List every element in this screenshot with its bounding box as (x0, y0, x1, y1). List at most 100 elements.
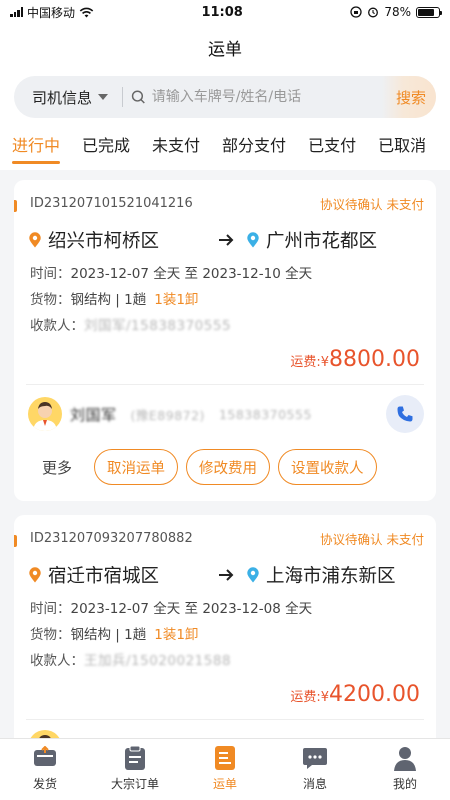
order-card-header: ID231207101521041216 协议待确认 未支付 (14, 180, 436, 213)
person-icon (390, 743, 420, 773)
set-payee-button[interactable]: 设置收款人 (278, 449, 377, 485)
modify-fee-button[interactable]: 修改费用 (186, 449, 271, 485)
origin-pin-icon (29, 232, 41, 248)
status-right: 78% (350, 5, 442, 19)
status-left: 中国移动 (10, 4, 94, 21)
order-time-row: 时间： 2023-12-07 全天 至 2023-12-10 全天 (14, 259, 436, 285)
carrier-label: 中国移动 (27, 5, 76, 20)
wifi-icon (79, 7, 94, 17)
order-card[interactable]: ID231207093207780882 协议待确认 未支付 宿迁市宿城区 上海… (14, 515, 436, 774)
tabbar-label: 我的 (392, 777, 417, 791)
alarm-icon (368, 7, 379, 18)
goods-value: 钢结构 | 1趟 (70, 627, 147, 643)
driver-phone: 15838370555 (218, 406, 312, 422)
payee-value: 刘国军/15838370555 (84, 318, 232, 334)
search-button[interactable]: 搜索 (381, 76, 436, 118)
cancel-order-button[interactable]: 取消运单 (94, 449, 179, 485)
order-route: 绍兴市柯桥区 广州市花都区 (14, 213, 436, 259)
tab-paid[interactable]: 已支付 (308, 128, 356, 170)
search-icon (131, 90, 145, 104)
payee-label: 收款人： (30, 653, 84, 669)
destination-pin-icon (247, 232, 259, 248)
time-label: 时间： (30, 266, 71, 282)
rotation-lock-icon (350, 6, 362, 18)
tabbar-label: 消息 (302, 777, 327, 791)
order-time-row: 时间： 2023-12-07 全天 至 2023-12-08 全天 (14, 594, 436, 620)
phone-icon (397, 406, 413, 422)
search-field (123, 89, 382, 105)
goods-label: 货物： (30, 627, 71, 643)
fee-label: 运费:¥ (290, 690, 330, 705)
time-label: 时间： (30, 601, 71, 617)
tabbar-item-bulk-orders[interactable]: 大宗订单 (90, 739, 180, 800)
tab-completed[interactable]: 已完成 (82, 128, 130, 170)
battery-fill (417, 8, 434, 16)
battery-percent: 78% (384, 5, 411, 19)
search-category-dropdown[interactable]: 司机信息 (14, 87, 122, 108)
payee-label: 收款人： (30, 318, 84, 334)
truck-icon (30, 743, 60, 773)
search-section: 司机信息 搜索 (0, 70, 450, 128)
clock: 11:08 (201, 4, 243, 20)
route-destination: 广州市花都区 (246, 227, 377, 253)
goods-tag: 1装1卸 (154, 292, 199, 308)
tabbar-item-waybill[interactable]: 运单 (180, 739, 270, 800)
tabbar-item-profile[interactable]: 我的 (360, 739, 450, 800)
origin-city: 宿迁市宿城区 (48, 566, 160, 587)
more-button[interactable]: 更多 (42, 457, 72, 478)
message-icon (300, 743, 330, 773)
route-destination: 上海市浦东新区 (246, 562, 396, 588)
origin-pin-icon (29, 567, 41, 583)
driver-plate: (豫E89872) (130, 407, 205, 423)
search-bar: 司机信息 搜索 (14, 76, 436, 118)
time-value: 2023-12-07 全天 至 2023-12-10 全天 (70, 266, 313, 282)
order-id: ID231207093207780882 (30, 531, 193, 546)
order-goods-row: 货物： 钢结构 | 1趟 1装1卸 (14, 620, 436, 646)
search-input[interactable] (151, 89, 382, 105)
order-payee-row: 收款人： 刘国军/15838370555 (14, 311, 436, 337)
origin-city: 绍兴市柯桥区 (48, 231, 160, 252)
status-bar: 中国移动 11:08 78% (0, 0, 450, 24)
order-route: 宿迁市宿城区 上海市浦东新区 (14, 548, 436, 594)
order-fee: 运费:¥ 8800.00 (14, 337, 436, 384)
goods-tag: 1装1卸 (154, 627, 199, 643)
bottom-tab-bar: 发货 大宗订单 运单 消息 我的 (0, 738, 450, 800)
destination-pin-icon (247, 567, 259, 583)
tab-partially-paid[interactable]: 部分支付 (222, 128, 286, 170)
arrow-right-icon (218, 568, 246, 582)
battery-icon (415, 6, 442, 18)
search-category-label: 司机信息 (32, 88, 93, 107)
order-fee: 运费:¥ 4200.00 (14, 672, 436, 719)
tab-unpaid[interactable]: 未支付 (152, 128, 200, 170)
tabbar-label: 运单 (212, 777, 237, 791)
clipboard-icon (120, 743, 150, 773)
waybill-icon (210, 743, 240, 773)
order-goods-row: 货物： 钢结构 | 1趟 1装1卸 (14, 285, 436, 311)
goods-label: 货物： (30, 292, 71, 308)
tab-cancelled[interactable]: 已取消 (378, 128, 426, 170)
payee-value: 王加兵/15020021588 (84, 653, 232, 669)
time-value: 2023-12-07 全天 至 2023-12-08 全天 (70, 601, 313, 617)
tabbar-label: 发货 (32, 777, 57, 791)
tabbar-label: 大宗订单 (110, 777, 159, 791)
order-status: 协议待确认 未支付 (320, 532, 424, 547)
driver-name: 刘国军 (70, 405, 117, 424)
nav-bar: 运单 (0, 24, 450, 70)
avatar (28, 397, 62, 431)
signal-icon (10, 7, 23, 17)
dropdown-caret-icon (98, 94, 109, 100)
page-title: 运单 (208, 39, 242, 60)
call-button[interactable] (386, 395, 424, 433)
tabbar-item-messages[interactable]: 消息 (270, 739, 360, 800)
route-origin: 宿迁市宿城区 (28, 562, 218, 588)
order-payee-row: 收款人： 王加兵/15020021588 (14, 646, 436, 672)
tabbar-item-ship[interactable]: 发货 (0, 739, 90, 800)
destination-city: 广州市花都区 (266, 231, 378, 252)
order-list: ID231207101521041216 协议待确认 未支付 绍兴市柯桥区 广州… (0, 170, 450, 774)
tab-in-progress[interactable]: 进行中 (12, 128, 61, 170)
fee-value: 4200.00 (329, 682, 420, 707)
status-tabs: 进行中 已完成 未支付 部分支付 已支付 已取消 (0, 128, 450, 170)
order-card[interactable]: ID231207101521041216 协议待确认 未支付 绍兴市柯桥区 广州… (14, 180, 436, 501)
fee-value: 8800.00 (329, 347, 420, 372)
goods-value: 钢结构 | 1趟 (70, 292, 147, 308)
